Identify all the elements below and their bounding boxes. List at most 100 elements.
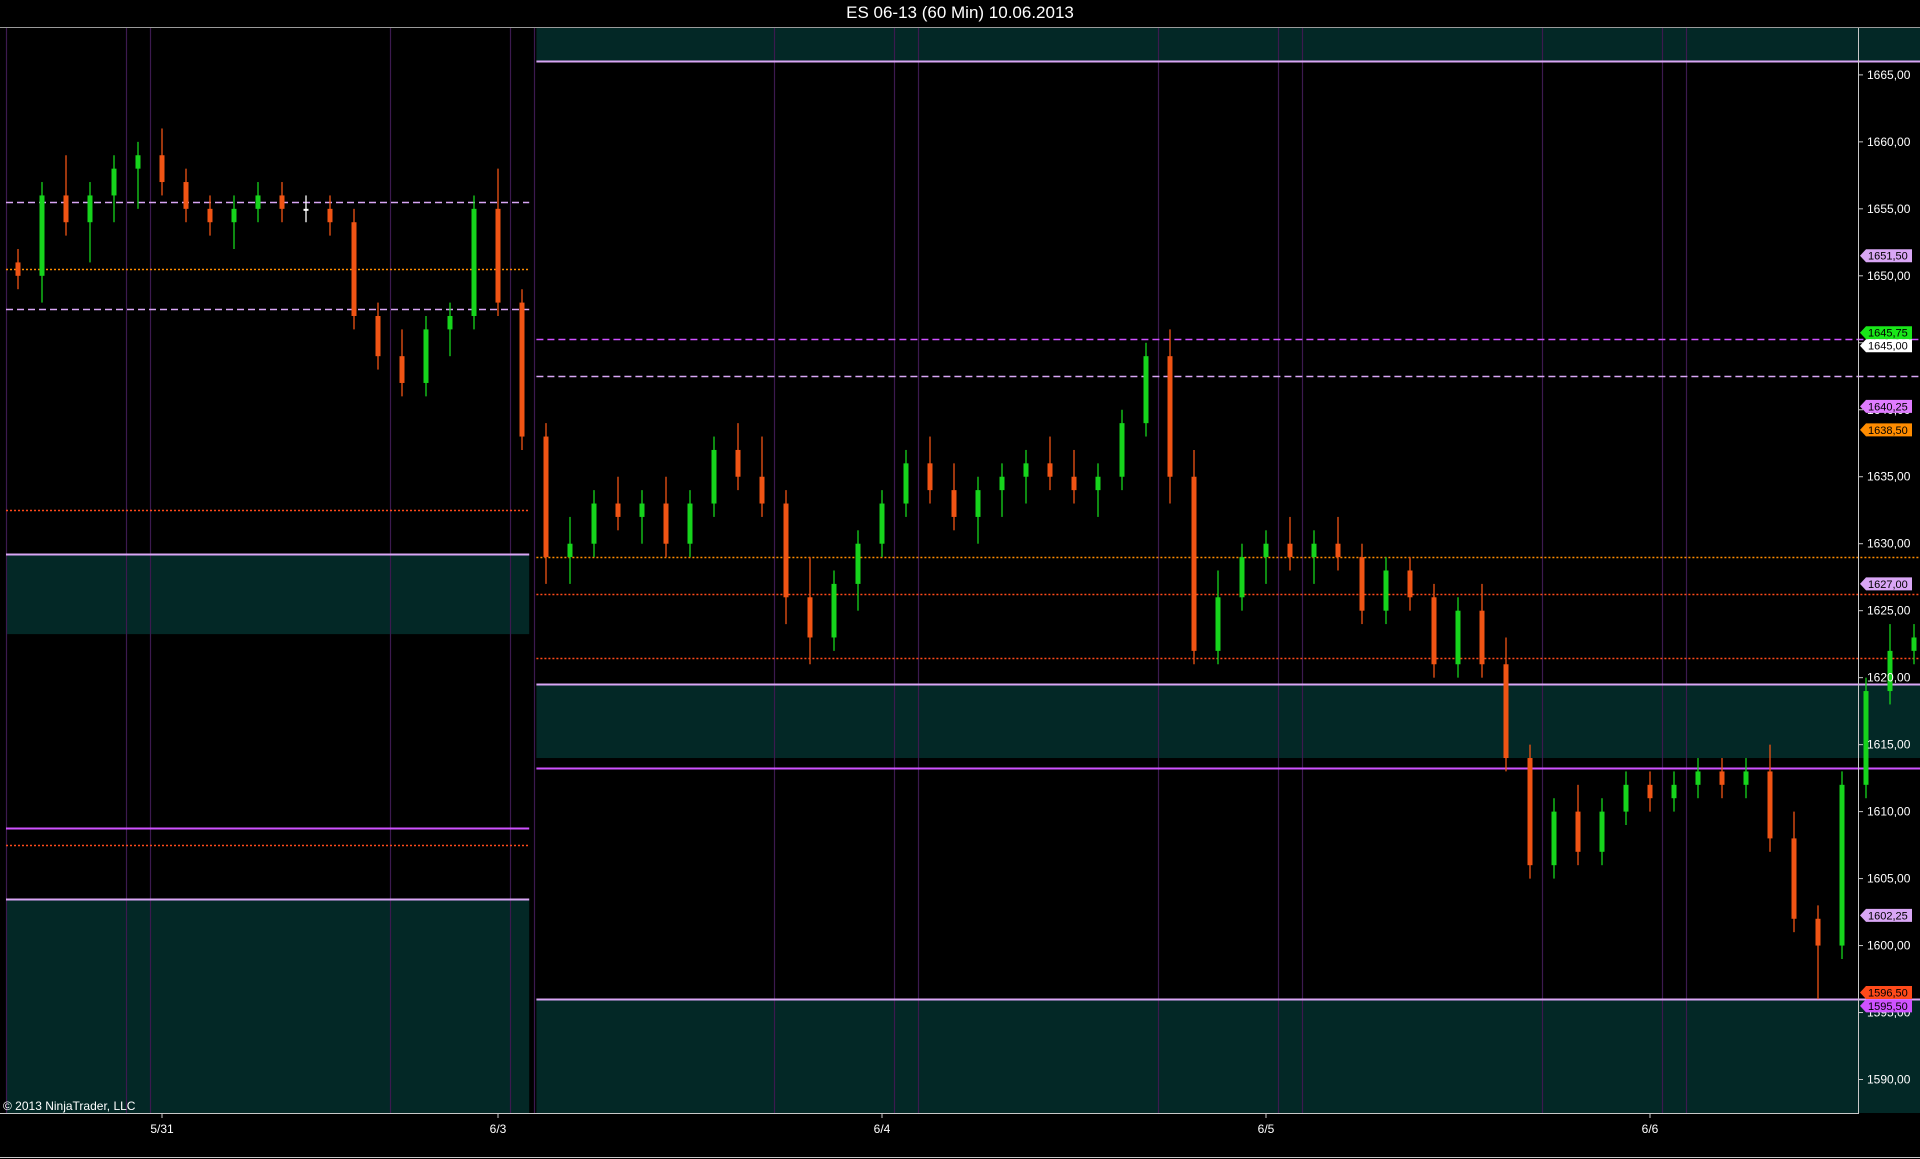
candle	[183, 168, 189, 223]
candle-body	[615, 503, 621, 517]
candle-body	[1311, 543, 1317, 558]
time-axis[interactable]: 5/316/36/46/56/66/76/10	[150, 1113, 1920, 1136]
candle	[63, 155, 69, 236]
candle-body	[855, 543, 861, 584]
price-tag: 1638,50	[1860, 423, 1912, 437]
candle	[735, 423, 741, 491]
candle-body	[1719, 771, 1725, 785]
price-tag-label: 1645,75	[1868, 328, 1908, 340]
candle	[1719, 758, 1725, 799]
candle	[567, 516, 573, 584]
candle-body	[591, 503, 597, 544]
candle	[471, 195, 477, 330]
candle	[1455, 597, 1461, 678]
candle	[255, 182, 261, 223]
price-tick-label: 1630,00	[1867, 537, 1911, 551]
candle-body	[1815, 918, 1821, 946]
candle-body	[1911, 637, 1917, 651]
candle-body	[351, 222, 357, 316]
candle	[639, 490, 645, 544]
zone-band	[536, 684, 1920, 759]
candle	[687, 490, 693, 558]
candle	[1647, 771, 1653, 812]
candle	[783, 490, 789, 625]
candle-body	[1095, 476, 1101, 491]
price-tag-label: 1595,50	[1868, 1001, 1908, 1013]
candle-body	[1479, 610, 1485, 665]
zone-layer	[6, 28, 1920, 1113]
price-tick-label: 1620,00	[1867, 671, 1911, 685]
zone-band	[6, 553, 530, 635]
candle-body	[807, 597, 813, 638]
candle	[591, 490, 597, 558]
candle-body	[1047, 463, 1053, 477]
candle	[1911, 624, 1917, 665]
price-tick-label: 1635,00	[1867, 470, 1911, 484]
chart-canvas[interactable]: 1665,00 1660,00 1655,00 1650,00 1645,00 1640,…	[0, 28, 1920, 1159]
price-tick-label: 1615,00	[1867, 738, 1911, 752]
price-tick-label: 1590,00	[1867, 1073, 1911, 1087]
candle	[399, 329, 405, 397]
candle	[279, 182, 285, 223]
candle-body	[1335, 543, 1341, 558]
candle-body	[39, 195, 45, 276]
candle-body	[1503, 664, 1509, 759]
candle	[1311, 530, 1317, 584]
candle-body	[423, 329, 429, 383]
candle-body	[1383, 570, 1389, 611]
candle	[543, 423, 549, 584]
price-axis[interactable]: 1665,00 1660,00 1655,00 1650,00 1645,00 1640,…	[1858, 68, 1911, 1087]
price-tag-label: 1602,25	[1868, 910, 1908, 922]
candle	[1743, 758, 1749, 799]
candle	[1767, 744, 1773, 852]
candle-body	[1239, 557, 1245, 598]
candle-body	[471, 208, 477, 316]
candle	[423, 315, 429, 397]
candle-body	[519, 302, 525, 437]
price-tick-label: 1600,00	[1867, 939, 1911, 953]
candle	[1023, 449, 1029, 504]
candle	[327, 195, 333, 236]
candle	[1431, 583, 1437, 678]
candle-body	[1671, 784, 1677, 799]
price-tag: 1645,75	[1860, 326, 1912, 340]
candle-body	[1071, 476, 1077, 491]
candle	[1407, 557, 1413, 611]
candle	[1047, 436, 1053, 491]
candle	[711, 436, 717, 517]
price-chart[interactable]: 1665,00 1660,00 1655,00 1650,00 1645,00 1640,…	[0, 28, 1920, 1159]
time-tick-label: 6/4	[874, 1122, 891, 1136]
candle	[1215, 570, 1221, 665]
candle-body	[1647, 784, 1653, 799]
candle-body	[759, 476, 765, 504]
candle-body	[1287, 543, 1293, 558]
candle-body	[135, 155, 141, 169]
candle-body	[1767, 771, 1773, 839]
candle	[1263, 530, 1269, 584]
candle-body	[1551, 811, 1557, 866]
candle	[1071, 449, 1077, 504]
candle-body	[663, 503, 669, 544]
candle	[879, 490, 885, 558]
candle-body	[879, 503, 885, 544]
candle-body	[1791, 838, 1797, 919]
candle	[831, 570, 837, 651]
candle	[1575, 784, 1581, 866]
candle-body	[1743, 771, 1749, 785]
candle-body	[1119, 423, 1125, 477]
candle	[1143, 342, 1149, 437]
time-tick-label: 6/5	[1258, 1122, 1275, 1136]
price-tag: 1602,25	[1860, 908, 1912, 922]
price-tag-label: 1627,00	[1868, 579, 1908, 591]
price-tag: 1640,25	[1860, 399, 1912, 413]
candle-body	[375, 315, 381, 357]
candle-body	[1695, 771, 1701, 785]
candle	[447, 302, 453, 357]
candle	[759, 436, 765, 517]
candle-body	[831, 583, 837, 638]
candle-body	[1455, 610, 1461, 665]
candle-body	[1215, 597, 1221, 651]
candle	[1119, 409, 1125, 491]
candle-body	[63, 195, 69, 223]
candle	[1527, 744, 1533, 879]
